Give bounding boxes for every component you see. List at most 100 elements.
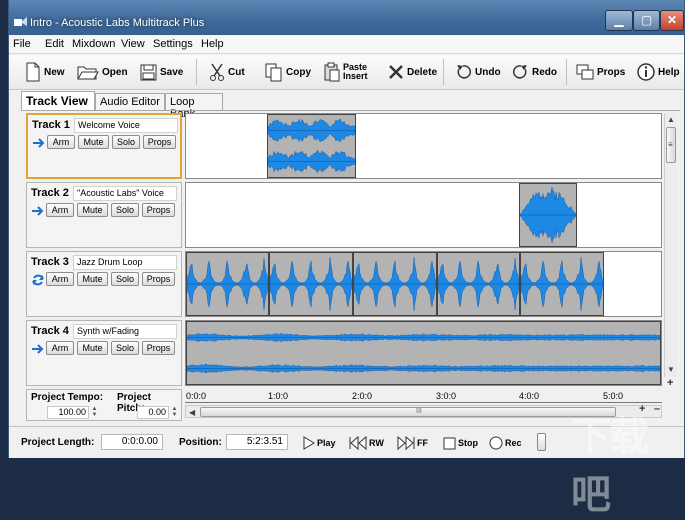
- timeline-ruler[interactable]: 0:0:0 1:0:0 2:0:0 3:0:0 4:0:0 5:0:0: [185, 391, 662, 403]
- menu-mixdown[interactable]: Mixdown: [72, 38, 115, 50]
- track-lane-3[interactable]: [185, 251, 662, 317]
- audio-clip[interactable]: [186, 321, 661, 385]
- delete-button[interactable]: Delete: [388, 60, 437, 84]
- menu-help[interactable]: Help: [201, 38, 224, 50]
- track-name-input[interactable]: "Acoustic Labs" Voice: [73, 186, 177, 201]
- track-props-button[interactable]: Props: [142, 341, 175, 355]
- tempo-input[interactable]: 100.00: [47, 406, 89, 419]
- toolbar-separator: [566, 59, 567, 85]
- close-button[interactable]: ✕: [660, 10, 684, 31]
- vertical-scroll-thumb[interactable]: ≡: [666, 127, 676, 163]
- play-icon: [303, 436, 315, 450]
- open-button[interactable]: Open: [77, 60, 128, 84]
- track-lane-1[interactable]: [185, 113, 662, 179]
- tab-audio-editor[interactable]: Audio Editor: [95, 93, 165, 110]
- help-label: Help: [658, 66, 680, 78]
- track-panel-3[interactable]: Track 3 Jazz Drum Loop Arm Mute Solo Pro…: [26, 251, 182, 317]
- scroll-down-icon[interactable]: ▼: [667, 365, 675, 374]
- track-panel-4[interactable]: Track 4 Synth w/Fading Arm Mute Solo Pro…: [26, 320, 182, 386]
- track-label: Track 2: [31, 187, 69, 199]
- mute-button[interactable]: Mute: [78, 135, 109, 149]
- record-button[interactable]: Rec: [489, 434, 522, 452]
- tempo-spinner-icon[interactable]: ▲ ▼: [90, 406, 99, 419]
- paste-insert-button[interactable]: Paste Insert: [324, 60, 368, 84]
- arm-button[interactable]: Arm: [47, 135, 75, 149]
- position-value: 5:2:3.51: [226, 434, 288, 450]
- audio-clip[interactable]: [519, 183, 577, 247]
- track-panel-2[interactable]: Track 2 "Acoustic Labs" Voice Arm Mute S…: [26, 182, 182, 248]
- save-button[interactable]: Save: [140, 60, 183, 84]
- tab-loop-bank[interactable]: Loop Bank: [165, 93, 223, 120]
- waveform: [437, 257, 520, 311]
- tab-track-view[interactable]: Track View: [21, 91, 95, 111]
- menu-view[interactable]: View: [121, 38, 145, 50]
- arm-button[interactable]: Arm: [46, 272, 74, 286]
- solo-button[interactable]: Solo: [112, 135, 140, 149]
- mute-button[interactable]: Mute: [77, 341, 108, 355]
- redo-button[interactable]: Redo: [512, 60, 557, 84]
- audio-clip[interactable]: [520, 252, 604, 316]
- scroll-up-icon[interactable]: ▲: [667, 115, 675, 124]
- track-props-button[interactable]: Props: [143, 135, 176, 149]
- solo-button[interactable]: Solo: [111, 272, 139, 286]
- track-name-input[interactable]: Welcome Voice: [74, 118, 178, 133]
- help-button[interactable]: Help: [637, 60, 680, 84]
- stop-button[interactable]: Stop: [443, 434, 478, 452]
- rewind-icon: [349, 436, 367, 450]
- vertical-zoom-in-icon[interactable]: +: [667, 377, 673, 389]
- redo-icon: [513, 64, 527, 79]
- track-lane-2[interactable]: [185, 182, 662, 248]
- window-title: Intro - Acoustic Labs Multitrack Plus: [30, 17, 205, 29]
- track-name-input[interactable]: Synth w/Fading: [73, 324, 177, 339]
- copy-icon: [265, 63, 282, 81]
- menu-settings[interactable]: Settings: [153, 38, 193, 50]
- ruler-tick: 5:0:0: [603, 391, 624, 401]
- audio-clip[interactable]: [269, 252, 353, 316]
- track-name-input[interactable]: Jazz Drum Loop: [73, 255, 177, 270]
- delete-x-icon: [389, 65, 403, 79]
- project-length-label: Project Length:: [21, 437, 95, 448]
- track-panel-1[interactable]: Track 1 Welcome Voice Arm Mute Solo Prop…: [26, 113, 182, 179]
- copy-button[interactable]: Copy: [265, 60, 311, 84]
- audio-clip[interactable]: [186, 252, 269, 316]
- vertical-scrollbar[interactable]: ▲ ≡ ▼: [664, 113, 677, 377]
- title-bar[interactable]: Intro - Acoustic Labs Multitrack Plus ▁ …: [9, 0, 684, 35]
- fast-forward-button[interactable]: FF: [397, 434, 428, 452]
- undo-button[interactable]: Undo: [455, 60, 501, 84]
- scroll-left-icon[interactable]: ◀: [189, 408, 195, 417]
- track-lane-4[interactable]: [185, 320, 662, 386]
- minimize-button[interactable]: ▁: [605, 10, 633, 31]
- menu-edit[interactable]: Edit: [45, 38, 64, 50]
- audio-clip[interactable]: [353, 252, 437, 316]
- mute-button[interactable]: Mute: [77, 203, 108, 217]
- props-button[interactable]: Props: [576, 60, 625, 84]
- solo-button[interactable]: Solo: [111, 203, 139, 217]
- props-label: Props: [597, 66, 626, 78]
- arm-button[interactable]: Arm: [46, 203, 74, 217]
- mute-button[interactable]: Mute: [77, 272, 108, 286]
- arm-button[interactable]: Arm: [46, 341, 74, 355]
- rewind-label: RW: [369, 438, 384, 448]
- app-icon: [14, 17, 27, 26]
- menu-file[interactable]: File: [13, 38, 31, 50]
- maximize-button[interactable]: ▢: [633, 10, 660, 31]
- pitch-input[interactable]: 0.00: [137, 406, 169, 419]
- cut-button[interactable]: Cut: [209, 60, 245, 84]
- play-button[interactable]: Play: [303, 434, 336, 452]
- scissors-icon: [210, 63, 224, 81]
- solo-button[interactable]: Solo: [111, 341, 139, 355]
- track-label: Track 3: [31, 256, 69, 268]
- pitch-spinner-icon[interactable]: ▲ ▼: [170, 406, 179, 419]
- rewind-button[interactable]: RW: [349, 434, 384, 452]
- arrow-icon: [32, 206, 44, 216]
- track-label: Track 4: [31, 325, 69, 337]
- arrow-icon: [32, 344, 44, 354]
- new-button[interactable]: New: [25, 60, 65, 84]
- audio-clip[interactable]: [267, 114, 356, 178]
- track-props-button[interactable]: Props: [142, 272, 175, 286]
- audio-clip[interactable]: [437, 252, 520, 316]
- volume-slider[interactable]: [537, 433, 546, 451]
- track-props-button[interactable]: Props: [142, 203, 175, 217]
- horizontal-scroll-thumb[interactable]: III: [200, 407, 616, 417]
- project-length-value: 0:0:0.00: [101, 434, 163, 450]
